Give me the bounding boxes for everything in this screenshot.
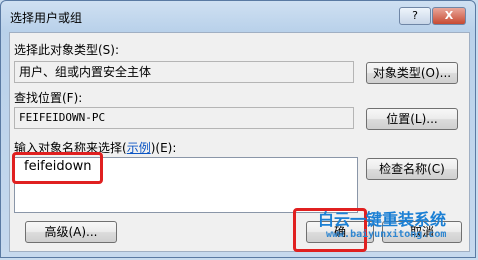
object-types-label: 选择此对象类型(S): [14, 43, 120, 57]
watermark-title: 白云一键重装系统 [318, 210, 447, 229]
examples-link[interactable]: 示例 [127, 141, 151, 155]
location-button[interactable]: 位置(L)... [366, 108, 458, 130]
location-field: FEIFEIDOWN-PC [14, 107, 354, 129]
title-bar[interactable]: 选择用户或组 ? X [1, 1, 477, 31]
help-button[interactable]: ? [399, 7, 431, 25]
window-title: 选择用户或组 [10, 11, 83, 25]
location-label: 查找位置(F): [14, 91, 83, 105]
check-names-button[interactable]: 检查名称(C) [366, 158, 458, 180]
advanced-button[interactable]: 高级(A)... [25, 221, 117, 243]
object-types-button[interactable]: 对象类型(O)... [366, 62, 458, 84]
highlight-box-names [12, 152, 103, 184]
close-button[interactable]: X [432, 7, 466, 25]
watermark-url: www.baiyunxitong.com [326, 229, 447, 240]
object-types-field: 用户、组或内置安全主体 [14, 61, 354, 83]
